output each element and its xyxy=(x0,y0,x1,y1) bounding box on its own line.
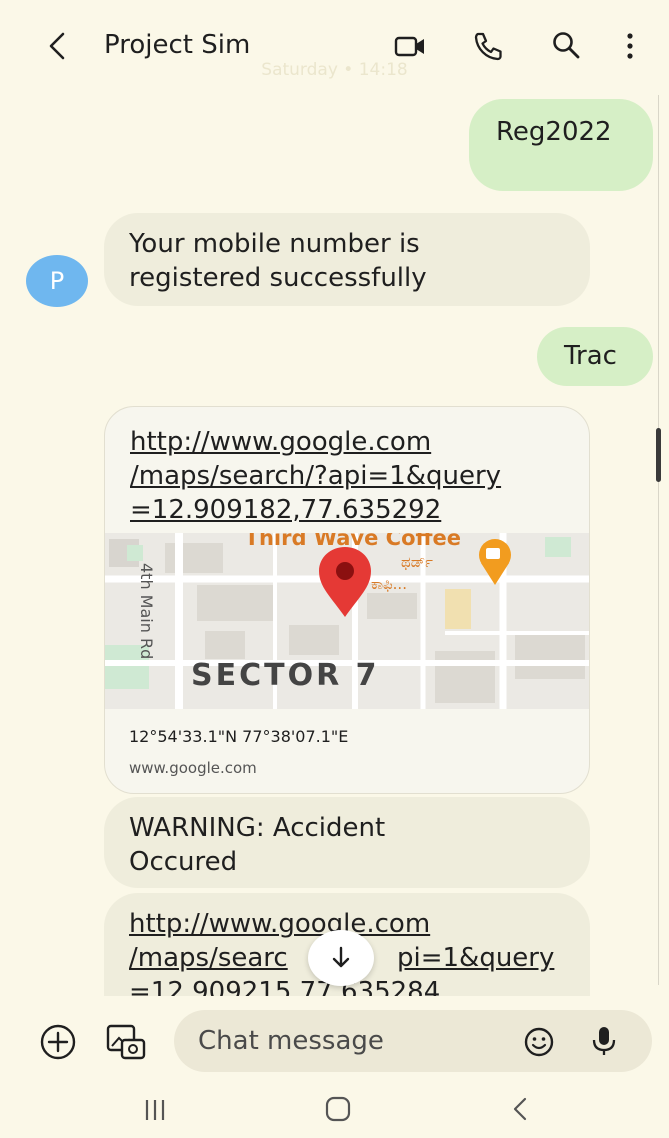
avatar-letter: P xyxy=(49,267,65,295)
link-fragment[interactable]: /maps/searc xyxy=(129,943,288,973)
outgoing-message[interactable]: Trac xyxy=(537,327,653,386)
message-line: Occured xyxy=(129,847,238,877)
scrollbar[interactable] xyxy=(656,428,661,482)
conversation-title[interactable]: Project Sim xyxy=(104,30,250,60)
message-text: Trac xyxy=(564,341,617,371)
link-line[interactable]: =12.909182,77.635292 xyxy=(130,493,501,527)
incoming-message[interactable]: WARNING: Accident Occured xyxy=(104,797,590,888)
app-header: Project Sim Saturday • 14:18 xyxy=(0,0,669,92)
chevron-left-icon[interactable] xyxy=(40,28,76,64)
emoji-icon[interactable] xyxy=(522,1025,556,1059)
map-sector-label: SECTOR 7 xyxy=(191,658,380,693)
recents-icon[interactable] xyxy=(140,1096,170,1124)
divider xyxy=(658,95,659,985)
avatar[interactable]: P xyxy=(26,255,88,307)
message-input[interactable]: Chat message xyxy=(174,1010,652,1072)
more-vertical-icon[interactable] xyxy=(612,28,648,64)
gallery-icon[interactable] xyxy=(104,1022,148,1062)
phone-icon[interactable] xyxy=(470,28,506,64)
link-fragment[interactable]: pi=1&query xyxy=(397,941,554,975)
message-line: Your mobile number is xyxy=(129,229,420,259)
message-line: registered successfully xyxy=(129,263,427,293)
add-icon[interactable] xyxy=(38,1022,78,1062)
system-nav-bar xyxy=(0,1080,669,1138)
nav-back-icon[interactable] xyxy=(506,1094,536,1124)
link-line[interactable]: /maps/search/?api=1&query xyxy=(130,459,501,493)
map-coordinates: 12°54'33.1"N 77°38'07.1"E xyxy=(129,727,349,746)
link-domain: www.google.com xyxy=(129,759,257,777)
arrow-down-icon xyxy=(332,946,350,968)
scroll-to-bottom-button[interactable] xyxy=(308,930,374,986)
map-link[interactable]: http://www.google.com /maps/search/?api=… xyxy=(130,425,501,527)
map-place-label: Third Wave Coffee xyxy=(245,533,461,550)
home-icon[interactable] xyxy=(322,1094,354,1124)
map-preview[interactable]: Third Wave Coffee ಥರ್ಡ್ ಕಾಫಿ... 4th Main… xyxy=(105,533,590,709)
date-separator: Saturday • 14:18 xyxy=(261,60,408,80)
map-link-message[interactable]: http://www.google.com /maps/search/?api=… xyxy=(104,406,590,794)
video-call-icon[interactable] xyxy=(392,28,428,64)
map-place-label-kn: ಥರ್ಡ್ xyxy=(401,553,433,571)
mic-icon[interactable] xyxy=(588,1023,620,1059)
incoming-message[interactable]: Your mobile number is registered success… xyxy=(104,213,590,306)
message-text: Reg2022 xyxy=(496,117,612,147)
link-line[interactable]: http://www.google.com xyxy=(130,425,501,459)
message-line: WARNING: Accident xyxy=(129,813,386,843)
message-input-placeholder: Chat message xyxy=(198,1026,384,1056)
composer-bar: Chat message xyxy=(0,1002,669,1080)
map-road-label: 4th Main Rd xyxy=(137,563,156,659)
link-line[interactable]: http://www.google.com xyxy=(129,907,430,941)
map-place-label-kn: ಕಾಫಿ... xyxy=(371,575,407,593)
outgoing-message[interactable]: Reg2022 xyxy=(469,99,653,191)
search-icon[interactable] xyxy=(548,28,584,64)
